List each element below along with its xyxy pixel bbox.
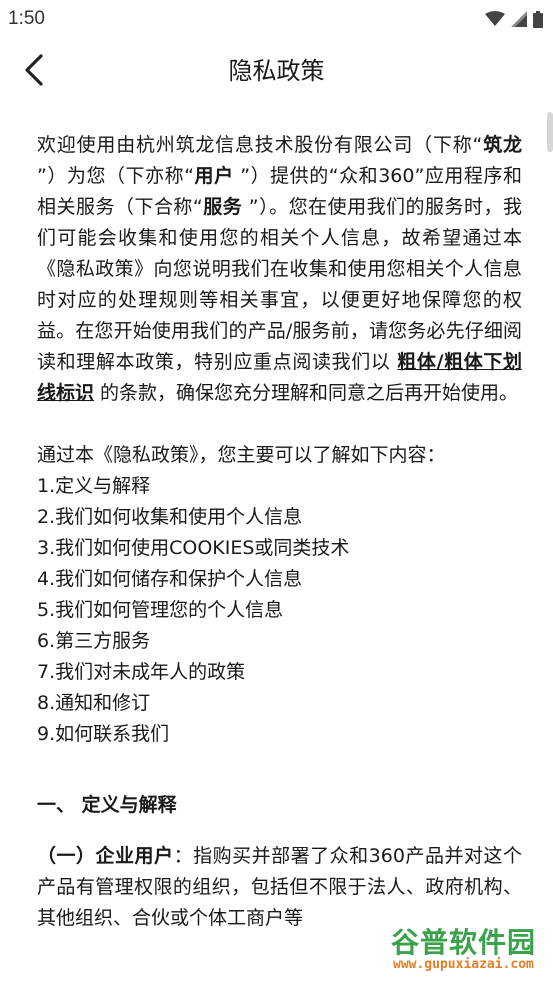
intro-quote: “ bbox=[472, 134, 483, 156]
toc-item: 9.如何联系我们 bbox=[37, 723, 170, 745]
scrollbar[interactable] bbox=[547, 112, 553, 152]
company-short-name: 筑龙 bbox=[482, 134, 522, 156]
toc-item: 5.我们如何管理您的个人信息 bbox=[37, 599, 284, 621]
toc-item: 8.通知和修订 bbox=[37, 692, 151, 714]
toc-lead: 通过本《隐私政策》，您主要可以了解如下内容： bbox=[37, 444, 446, 466]
toc-item: 2.我们如何收集和使用个人信息 bbox=[37, 506, 303, 528]
definition-number: （一） bbox=[37, 845, 96, 867]
toc-item: 1.定义与解释 bbox=[37, 475, 151, 497]
service-term: 服务 bbox=[202, 196, 243, 218]
back-button[interactable] bbox=[14, 50, 54, 90]
toc-item: 4.我们如何储存和保护个人信息 bbox=[37, 568, 303, 590]
intro-text: ”）为您（下亦称“ bbox=[37, 165, 194, 187]
toc-item: 7.我们对未成年人的政策 bbox=[37, 661, 246, 683]
intro-paragraph: 欢迎使用由杭州筑龙信息技术股份有限公司（下称“筑龙 ”）为您（下亦称“用户 ”）… bbox=[37, 130, 522, 409]
status-icons bbox=[485, 10, 543, 28]
battery-icon bbox=[533, 10, 543, 28]
page-title: 隐私政策 bbox=[228, 57, 325, 85]
table-of-contents: 1.定义与解释 2.我们如何收集和使用个人信息 3.我们如何使用COOKIES或… bbox=[37, 471, 522, 750]
watermark-name: 谷普软件园 bbox=[391, 926, 537, 959]
toc-item: 3.我们如何使用COOKIES或同类技术 bbox=[37, 537, 350, 559]
watermark-logo: 谷普软件园 www.gupuxiazai.com bbox=[385, 915, 553, 983]
signal-icon bbox=[511, 11, 527, 27]
app-bar: 隐私政策 bbox=[0, 40, 553, 102]
watermark-url: www.gupuxiazai.com bbox=[393, 957, 534, 972]
intro-text: 欢迎使用由杭州筑龙信息技术股份有限公司（下称 bbox=[37, 134, 473, 156]
section-heading: 一、 定义与解释 bbox=[37, 794, 177, 816]
status-bar: 1:50 bbox=[0, 0, 553, 38]
intro-text: 的条款，确保您充分理解和同意之后再开始使用。 bbox=[94, 382, 519, 404]
toc-item: 6.第三方服务 bbox=[37, 630, 151, 652]
policy-content: 欢迎使用由杭州筑龙信息技术股份有限公司（下称“筑龙 ”）为您（下亦称“用户 ”）… bbox=[37, 130, 522, 934]
intro-text: ”）。您在使用我们的服务时，我们可能会收集和使用您的相关个人信息，故希望通过本《… bbox=[37, 196, 523, 373]
wifi-icon bbox=[485, 11, 505, 26]
chevron-left-icon bbox=[25, 54, 43, 86]
status-time: 1:50 bbox=[8, 8, 45, 29]
definition-term: 企业用户 bbox=[95, 845, 174, 867]
user-term: 用户 bbox=[194, 165, 234, 187]
